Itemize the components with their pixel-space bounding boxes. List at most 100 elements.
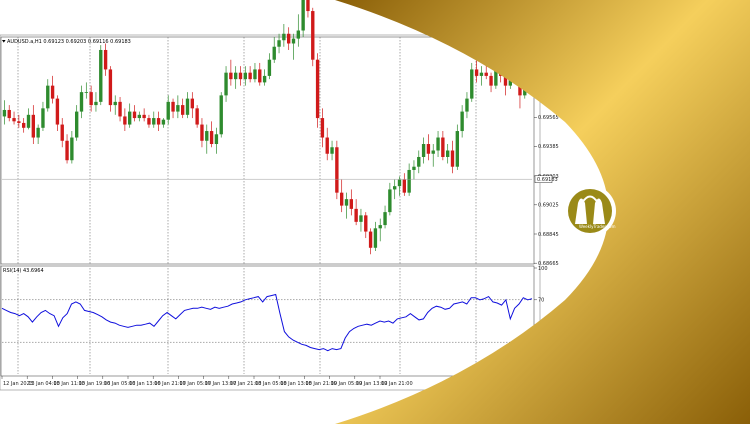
candle-body — [335, 147, 339, 193]
rsi-indicator-pane[interactable]: RSI(14) 43.6964 — [0, 265, 535, 377]
candle-body — [460, 111, 464, 132]
candle-body — [142, 114, 146, 119]
candle — [99, 45, 103, 106]
candle-body — [277, 40, 281, 47]
candle — [455, 124, 460, 170]
price-tick-label: 0.68845 — [538, 232, 559, 238]
candle-body — [79, 92, 84, 112]
candle-body — [94, 101, 98, 106]
candle-body — [436, 137, 440, 151]
weeklytrader-logo-icon: WeeklyTrader.com — [564, 185, 616, 237]
candle-body — [233, 72, 238, 80]
candle-body — [417, 156, 421, 167]
candle-body — [392, 186, 397, 190]
candle-body — [123, 116, 127, 125]
candle-body — [402, 179, 407, 193]
rsi-tick-label: 70 — [538, 298, 544, 304]
candle-body — [60, 124, 64, 141]
candle-body — [397, 179, 402, 187]
candle-body — [484, 72, 488, 76]
candle — [195, 105, 199, 128]
candle-body — [156, 118, 161, 125]
candle-body — [441, 137, 445, 157]
candle-body — [349, 199, 354, 209]
candle-body — [132, 111, 137, 119]
candle-body — [65, 140, 69, 161]
candle-body — [176, 105, 180, 112]
candle-body — [306, 0, 310, 12]
candle-body — [224, 72, 228, 96]
candle-body — [108, 69, 113, 106]
candle-body — [262, 75, 267, 83]
candle-body — [296, 30, 301, 39]
candle-body — [238, 72, 243, 80]
candle-body — [17, 121, 21, 123]
candle-body — [214, 134, 219, 145]
candle-body — [137, 114, 142, 119]
candle-body — [489, 75, 493, 86]
candle-body — [161, 119, 166, 125]
candle-body — [330, 147, 334, 154]
candle-body — [84, 92, 89, 93]
candle-body — [200, 124, 204, 141]
candle-body — [41, 108, 45, 128]
candle-body — [74, 111, 79, 138]
candle-body — [272, 46, 276, 60]
candle-body — [185, 98, 190, 115]
candle-body — [368, 231, 373, 248]
candle-body — [450, 150, 455, 167]
candle-body — [70, 137, 74, 161]
candle-body — [339, 192, 344, 206]
current-price-label: 0.69183 — [537, 177, 558, 183]
candle-body — [421, 144, 426, 157]
candle-body — [12, 118, 16, 122]
candle-body — [180, 105, 185, 115]
candle-body — [315, 59, 320, 119]
candle-body — [359, 215, 363, 222]
candle-body — [378, 225, 382, 229]
candle-body — [465, 98, 469, 112]
candle-body — [190, 98, 195, 109]
candle-body — [258, 69, 262, 83]
candle-body — [21, 122, 26, 128]
candle-body — [286, 33, 291, 44]
candle-body — [248, 72, 252, 80]
price-tick-label: 0.69025 — [538, 203, 559, 209]
rsi-title: RSI(14) 43.6964 — [3, 268, 44, 274]
candle-body — [243, 72, 248, 80]
candle-body — [31, 114, 36, 138]
rsi-tick-label: 100 — [538, 266, 548, 272]
candle-body — [354, 208, 358, 222]
candle-body — [219, 95, 223, 135]
candle-body — [7, 109, 11, 119]
candle-body — [383, 212, 387, 226]
candle-body — [195, 108, 199, 125]
candle-body — [36, 127, 40, 138]
candle-body — [229, 72, 233, 80]
candle-body — [103, 49, 108, 70]
price-tick-label: 0.69565 — [538, 115, 559, 121]
candle — [219, 92, 223, 138]
time-tick-label: 19 Jan 21:00 — [381, 381, 413, 387]
candle-body — [364, 215, 368, 232]
candle-body — [26, 114, 31, 128]
candle-body — [407, 169, 411, 193]
candle-body — [118, 101, 122, 117]
candle-body — [205, 131, 209, 141]
candle-body — [344, 199, 349, 206]
candle-body — [470, 69, 474, 99]
candle-body — [282, 33, 286, 41]
candle-body — [55, 98, 60, 125]
candle-body — [291, 38, 296, 44]
logo-caption: WeeklyTrader.com — [579, 224, 616, 229]
candle-body — [320, 118, 325, 138]
candle-body — [2, 109, 7, 117]
candle-body — [388, 189, 392, 213]
candle-body — [474, 69, 479, 76]
price-tick-label: 0.69385 — [538, 144, 559, 150]
candle-body — [89, 92, 93, 106]
candle — [311, 7, 315, 67]
candle-body — [113, 101, 117, 106]
candle-body — [267, 59, 272, 76]
candle-body — [99, 49, 103, 102]
